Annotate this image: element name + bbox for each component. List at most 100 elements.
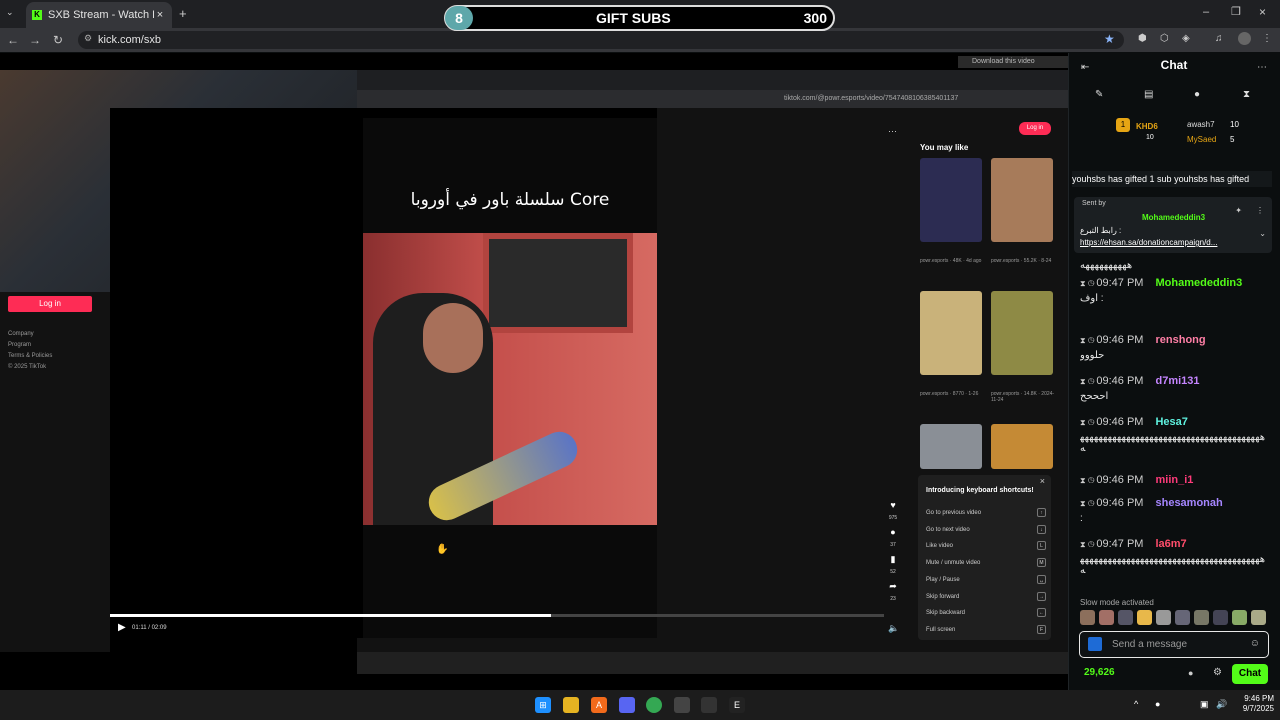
chat-input-placeholder: Send a message xyxy=(1112,639,1188,650)
footer-link[interactable]: Company xyxy=(8,331,34,337)
send-chat-button[interactable]: Chat xyxy=(1232,664,1268,684)
chat-message[interactable]: ⧗ ◷ 09:46 PM renshong حلووو xyxy=(1080,334,1270,361)
message-username[interactable]: Hesa7 xyxy=(1155,416,1187,428)
download-video-label[interactable]: Download this video xyxy=(958,56,1068,68)
emote-icon[interactable] xyxy=(1232,610,1247,625)
network-icon[interactable]: ▣ xyxy=(1200,699,1209,710)
chat-bubble-icon[interactable]: ● xyxy=(1188,668,1193,678)
tiktok-login-button[interactable]: Log in xyxy=(8,296,92,312)
trash-icon[interactable]: ▤ xyxy=(1144,89,1153,100)
more-options-icon[interactable]: ⋯ xyxy=(888,126,897,137)
channel-points[interactable]: 29,626 xyxy=(1084,667,1115,678)
like-icon[interactable]: ♥ xyxy=(887,500,899,510)
play-icon[interactable]: ▶ xyxy=(118,622,126,633)
emote-icon[interactable] xyxy=(1118,610,1133,625)
url-input[interactable]: kick.com/sxb xyxy=(78,31,1124,49)
emote-icon[interactable] xyxy=(1156,610,1171,625)
recommended-thumbnail[interactable] xyxy=(991,424,1053,469)
chat-message[interactable]: ههههههههههه xyxy=(1080,256,1270,271)
captured-taskbar xyxy=(357,652,1068,674)
browser-tab[interactable]: K SXB Stream - Watch Live on Kick × xyxy=(26,2,172,28)
chat-message[interactable]: ⧗ ◷ 09:47 PM la6m7 ههههههههههههههههههههههه… xyxy=(1080,538,1270,576)
start-menu-icon[interactable]: ⊞ xyxy=(535,697,551,713)
recommended-thumbnail[interactable] xyxy=(991,158,1053,242)
minimize-icon[interactable]: – xyxy=(1203,6,1209,18)
chat-message[interactable]: ⧗ ◷ 09:46 PM d7mi131 احححح xyxy=(1080,375,1270,402)
pin-icon[interactable]: ✎ xyxy=(1095,89,1103,100)
pinned-username[interactable]: Mohamededdin3 xyxy=(1142,213,1205,222)
unpin-icon[interactable]: ✦ xyxy=(1235,206,1242,215)
recommended-thumbnail[interactable] xyxy=(920,424,982,469)
message-username[interactable]: Mohamededdin3 xyxy=(1155,277,1242,289)
footer-link[interactable]: Program xyxy=(8,342,31,348)
emote-icon[interactable] xyxy=(1099,610,1114,625)
recommended-thumbnail[interactable] xyxy=(991,291,1053,375)
pinned-message[interactable]: Sent by Mohamededdin3 ✦ ⋮ رابط التبرع : … xyxy=(1074,197,1272,253)
hourglass-icon[interactable]: ⧗ xyxy=(1243,89,1250,100)
emoji-icon[interactable]: ☺ xyxy=(1250,638,1260,649)
message-username[interactable]: d7mi131 xyxy=(1155,375,1199,387)
app-icon[interactable] xyxy=(674,697,690,713)
chat-input[interactable]: Send a message ☺ xyxy=(1079,631,1269,658)
epic-games-icon[interactable]: E xyxy=(729,697,745,713)
kick-emote-icon[interactable] xyxy=(1088,637,1102,651)
video-progress-bar[interactable] xyxy=(110,614,884,617)
chat-menu-icon[interactable]: ⋯ xyxy=(1257,62,1267,73)
extension-icon[interactable]: ⬢ xyxy=(1138,33,1147,44)
chrome-icon[interactable] xyxy=(646,697,662,713)
steam-icon[interactable] xyxy=(701,697,717,713)
recommended-thumbnail[interactable] xyxy=(920,291,982,375)
chat-message[interactable]: ⧗ ◷ 09:46 PM Hesa7 ههههههههههههههههههههههه… xyxy=(1080,416,1270,454)
new-tab-icon[interactable]: + xyxy=(179,6,187,21)
chat-message[interactable]: ⧗ ◷ 09:46 PM miin_i1 xyxy=(1080,474,1270,486)
footer-link[interactable]: Terms & Policies xyxy=(8,353,52,359)
recommended-thumbnail[interactable] xyxy=(920,158,982,242)
file-explorer-icon[interactable] xyxy=(563,697,579,713)
profile-avatar[interactable] xyxy=(1238,32,1251,45)
message-username[interactable]: renshong xyxy=(1155,334,1205,346)
pinned-menu-icon[interactable]: ⋮ xyxy=(1256,206,1264,215)
close-popup-icon[interactable]: × xyxy=(1040,476,1045,486)
speaker-icon[interactable]: 🔊 xyxy=(1216,699,1227,710)
bookmark-icon[interactable]: ▮ xyxy=(887,554,899,565)
message-username[interactable]: shesamonah xyxy=(1155,497,1222,509)
comment-icon[interactable]: ● xyxy=(887,527,899,537)
settings-gear-icon[interactable]: ⚙ xyxy=(1213,667,1222,678)
tiktok-header-login-button[interactable]: Log in xyxy=(1019,122,1051,135)
share-icon[interactable]: ➦ xyxy=(887,581,899,592)
tab-list-icon[interactable]: ⌄ xyxy=(6,7,14,18)
chat-message[interactable]: ⧗ ◷ 09:46 PM shesamonah: xyxy=(1080,497,1270,524)
reload-icon[interactable]: ↻ xyxy=(49,31,67,49)
shortcut-item: Mute / unmute video M xyxy=(926,558,1046,568)
gift-count-badge: 8 xyxy=(445,6,473,30)
chat-message[interactable]: ⧗ ◷ 09:47 PM Mohamededdin3 اوف : xyxy=(1080,277,1270,304)
forward-icon[interactable]: → xyxy=(26,31,44,49)
puzzle-icon[interactable]: ◈ xyxy=(1182,33,1190,44)
site-info-icon[interactable]: ⚙ xyxy=(84,33,92,44)
bookmark-star-icon[interactable]: ★ xyxy=(1104,32,1115,46)
discord-icon[interactable] xyxy=(619,697,635,713)
close-tab-icon[interactable]: × xyxy=(154,9,166,21)
browser-menu-icon[interactable]: ⋮ xyxy=(1262,33,1272,44)
mic-tray-icon[interactable]: ● xyxy=(1155,699,1160,709)
pinned-link[interactable]: https://ehsan.sa/donationcampaign/d... xyxy=(1080,238,1250,247)
message-username[interactable]: la6m7 xyxy=(1155,538,1186,550)
tray-chevron-icon[interactable]: ^ xyxy=(1134,699,1138,709)
close-window-icon[interactable]: × xyxy=(1259,5,1266,19)
app-icon[interactable]: A xyxy=(591,697,607,713)
emote-icon[interactable] xyxy=(1137,610,1152,625)
message-username[interactable]: miin_i1 xyxy=(1155,474,1193,486)
emote-icon[interactable] xyxy=(1213,610,1228,625)
back-icon[interactable]: ← xyxy=(4,31,22,49)
extension-icon[interactable]: ⬡ xyxy=(1160,33,1169,44)
emote-icon[interactable] xyxy=(1194,610,1209,625)
taskbar-clock[interactable]: 9:46 PM 9/7/2025 xyxy=(1234,694,1274,714)
maximize-icon[interactable]: ❐ xyxy=(1231,5,1241,18)
media-control-icon[interactable]: ♫ xyxy=(1215,33,1223,44)
emote-icon[interactable] xyxy=(1251,610,1266,625)
emote-icon[interactable] xyxy=(1080,610,1095,625)
emote-icon[interactable] xyxy=(1175,610,1190,625)
volume-icon[interactable]: 🔈 xyxy=(888,623,899,634)
message-icon[interactable]: ● xyxy=(1194,89,1200,100)
expand-pinned-icon[interactable]: ⌄ xyxy=(1259,229,1266,238)
